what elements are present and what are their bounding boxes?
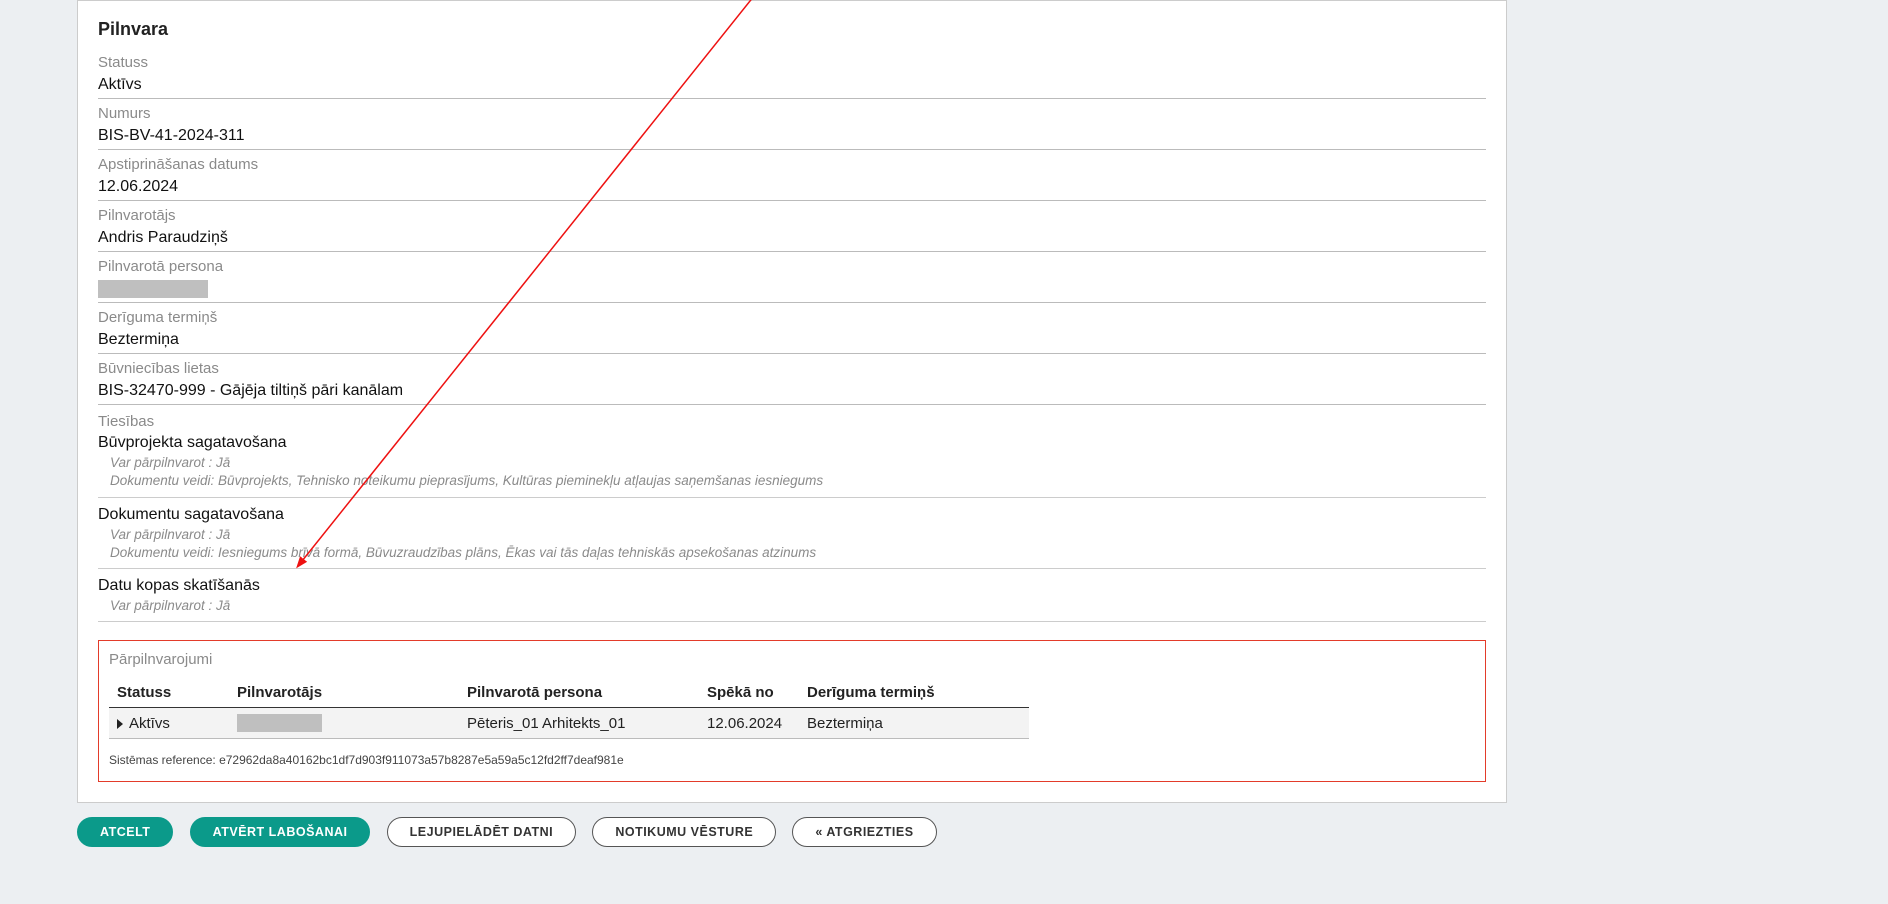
field-approval-value: 12.06.2024	[98, 175, 1486, 201]
col-from: Spēkā no	[699, 678, 799, 708]
field-grantor: Pilnvarotājs Andris Paraudziņš	[98, 207, 1486, 252]
sysref-label: Sistēmas reference:	[109, 753, 216, 767]
sub-authorizations-panel: Pārpilnvarojumi Statuss Pilnvarotājs Pil…	[98, 640, 1486, 782]
page-title: Pilnvara	[98, 19, 1486, 40]
redacted-block	[237, 714, 322, 732]
system-reference: Sistēmas reference: e72962da8a40162bc1df…	[109, 753, 1475, 767]
right-sub: Dokumentu veidi: Būvprojekts, Tehnisko n…	[110, 472, 1486, 490]
right-title: Dokumentu sagatavošana	[98, 506, 1486, 524]
right-item: Dokumentu sagatavošana Var pārpilnvarot …	[98, 506, 1486, 569]
field-status-value: Aktīvs	[98, 73, 1486, 99]
cell-grantor	[229, 708, 459, 739]
right-sub: Dokumentu veidi: Iesniegums brīvā formā,…	[110, 544, 1486, 562]
field-number-value: BIS-BV-41-2024-311	[98, 124, 1486, 150]
right-item: Būvprojekta sagatavošana Var pārpilnvaro…	[98, 434, 1486, 497]
cancel-button[interactable]: Atcelt	[77, 817, 173, 847]
field-cases-value: BIS-32470-999 - Gājēja tiltiņš pāri kanā…	[98, 379, 1486, 405]
col-grantee: Pilnvarotā persona	[459, 678, 699, 708]
col-grantor: Pilnvarotājs	[229, 678, 459, 708]
sub-auth-title: Pārpilnvarojumi	[109, 651, 1475, 668]
field-grantee-label: Pilnvarotā persona	[98, 258, 1486, 275]
action-button-row: Atcelt Atvērt labošanai Lejupielādēt dat…	[77, 817, 1507, 847]
field-grantee: Pilnvarotā persona	[98, 258, 1486, 303]
col-status: Statuss	[109, 678, 229, 708]
authorization-card: Pilnvara Statuss Aktīvs Numurs BIS-BV-41…	[77, 0, 1507, 803]
right-sub: Var pārpilnvarot : Jā	[110, 597, 1486, 615]
field-cases-label: Būvniecības lietas	[98, 360, 1486, 377]
field-grantor-label: Pilnvarotājs	[98, 207, 1486, 224]
field-validity-label: Derīguma termiņš	[98, 309, 1486, 326]
expand-triangle-icon[interactable]	[117, 719, 123, 729]
field-number: Numurs BIS-BV-41-2024-311	[98, 105, 1486, 150]
col-term: Derīguma termiņš	[799, 678, 1029, 708]
download-button[interactable]: Lejupielādēt datni	[387, 817, 577, 847]
cell-from: 12.06.2024	[699, 708, 799, 739]
open-edit-button[interactable]: Atvērt labošanai	[190, 817, 371, 847]
table-header-row: Statuss Pilnvarotājs Pilnvarotā persona …	[109, 678, 1029, 708]
field-grantor-value: Andris Paraudziņš	[98, 226, 1486, 252]
cell-status-text: Aktīvs	[129, 715, 170, 732]
field-approval-date: Apstiprināšanas datums 12.06.2024	[98, 156, 1486, 201]
field-status-label: Statuss	[98, 54, 1486, 71]
field-number-label: Numurs	[98, 105, 1486, 122]
back-button[interactable]: « Atgriezties	[792, 817, 936, 847]
history-button[interactable]: Notikumu vēsture	[592, 817, 776, 847]
right-sub: Var pārpilnvarot : Jā	[110, 454, 1486, 472]
field-validity-value: Beztermiņa	[98, 328, 1486, 354]
rights-label: Tiesības	[98, 413, 1486, 430]
table-row[interactable]: Aktīvs Pēteris_01 Arhitekts_01 12.06.202…	[109, 708, 1029, 739]
cell-status: Aktīvs	[109, 708, 229, 739]
sub-auth-table: Statuss Pilnvarotājs Pilnvarotā persona …	[109, 678, 1029, 739]
field-grantee-value	[98, 277, 1486, 303]
right-sub: Var pārpilnvarot : Jā	[110, 526, 1486, 544]
right-item: Datu kopas skatīšanās Var pārpilnvarot :…	[98, 577, 1486, 622]
field-approval-label: Apstiprināšanas datums	[98, 156, 1486, 173]
field-validity: Derīguma termiņš Beztermiņa	[98, 309, 1486, 354]
cell-grantee: Pēteris_01 Arhitekts_01	[459, 708, 699, 739]
right-title: Būvprojekta sagatavošana	[98, 434, 1486, 452]
field-cases: Būvniecības lietas BIS-32470-999 - Gājēj…	[98, 360, 1486, 405]
sysref-value: e72962da8a40162bc1df7d903f911073a57b8287…	[219, 753, 624, 767]
cell-term: Beztermiņa	[799, 708, 1029, 739]
right-title: Datu kopas skatīšanās	[98, 577, 1486, 595]
redacted-block	[98, 280, 208, 298]
field-status: Statuss Aktīvs	[98, 54, 1486, 99]
